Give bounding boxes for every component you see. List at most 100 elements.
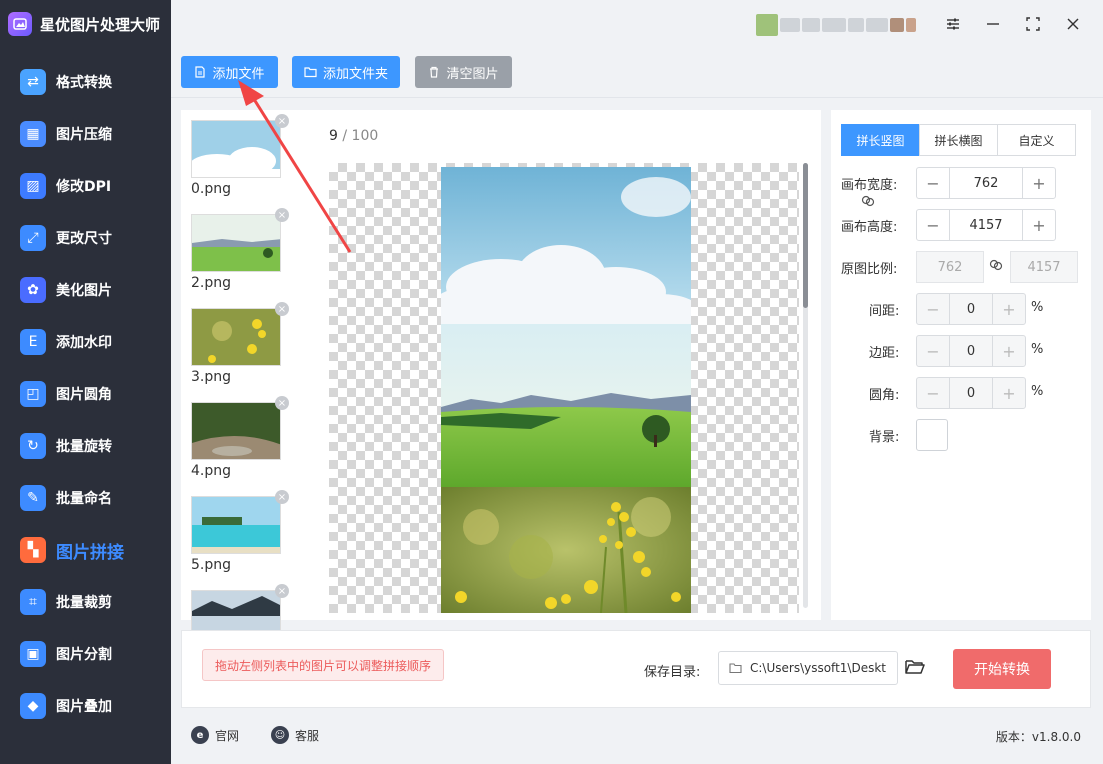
website-link[interactable]: e 官网 [191, 726, 239, 744]
spacing-percent: % [1031, 300, 1044, 315]
ratio-label: 原图比例: [841, 262, 898, 277]
user-avatar[interactable] [756, 14, 921, 36]
canvas-height-plus-button[interactable]: + [1023, 210, 1055, 240]
sidebar-item-4[interactable]: ✿ 美化图片 [0, 264, 171, 316]
margin-minus-button[interactable]: − [917, 336, 949, 366]
sidebar-item-label: 批量命名 [56, 491, 112, 507]
list-item[interactable]: × 0.png [191, 114, 289, 197]
list-item[interactable]: × 4.png [191, 396, 289, 479]
maximize-icon[interactable] [1021, 12, 1045, 36]
sidebar-item-12[interactable]: ◆ 图片叠加 [0, 680, 171, 732]
sidebar-item-9[interactable]: ▚ 图片拼接 [0, 524, 171, 576]
sidebar-item-label: 格式转换 [56, 75, 112, 91]
main-area: 添加文件 添加文件夹 清空图片 × 0.png × 2.png × 3.png × 4.png… [171, 0, 1103, 764]
save-dir-label: 保存目录: [644, 665, 701, 680]
canvas-width-minus-button[interactable]: − [917, 168, 949, 198]
sidebar-nav: ⇄ 格式转换 ▦ 图片压缩 ▨ 修改DPI ⤢ 更改尺寸 ✿ 美化图片 E 添加水印 ◰ 图片圆角 ↻ 批量旋… [0, 56, 171, 732]
ratio-width-field: 762 [916, 251, 984, 283]
sidebar-item-0[interactable]: ⇄ 格式转换 [0, 56, 171, 108]
sidebar-item-label: 图片拼接 [56, 542, 124, 563]
support-label: 客服 [295, 728, 320, 743]
sidebar-item-6[interactable]: ◰ 图片圆角 [0, 368, 171, 420]
sidebar-item-1[interactable]: ▦ 图片压缩 [0, 108, 171, 160]
clear-images-button[interactable]: 清空图片 [415, 56, 512, 88]
spacing-minus-button[interactable]: − [917, 294, 949, 324]
radius-value[interactable]: 0 [949, 378, 993, 408]
file-name: 5.png [191, 557, 232, 573]
sidebar-item-8[interactable]: ✎ 批量命名 [0, 472, 171, 524]
remove-icon[interactable]: × [275, 114, 289, 128]
stitch-mode-tabs: 拼长竖图 拼长横图 自定义 [841, 124, 1076, 156]
page-current: 9 [329, 128, 338, 144]
list-item[interactable]: × 5.png [191, 490, 289, 573]
sidebar-item-7[interactable]: ↻ 批量旋转 [0, 420, 171, 472]
stitch-icon: ▚ [20, 537, 46, 563]
add-folder-button[interactable]: 添加文件夹 [292, 56, 400, 88]
background-color-picker[interactable] [916, 419, 948, 451]
folder-small-icon [729, 663, 742, 674]
radius-percent: % [1031, 384, 1044, 399]
spacing-plus-button[interactable]: + [993, 294, 1025, 324]
remove-icon[interactable]: × [275, 490, 289, 504]
remove-icon[interactable]: × [275, 584, 289, 598]
tab-0[interactable]: 拼长竖图 [841, 124, 920, 156]
settings-sliders-icon[interactable] [941, 12, 965, 36]
margin-stepper[interactable]: − 0 + [916, 335, 1026, 367]
margin-plus-button[interactable]: + [993, 336, 1025, 366]
ratio-link-icon[interactable] [989, 258, 1003, 276]
spacing-stepper[interactable]: − 0 + [916, 293, 1026, 325]
remove-icon[interactable]: × [275, 396, 289, 410]
canvas-height-minus-button[interactable]: − [917, 210, 949, 240]
rename-icon: ✎ [20, 485, 46, 511]
clear-images-label: 清空图片 [446, 66, 499, 82]
rotate-icon: ↻ [20, 433, 46, 459]
sidebar-item-11[interactable]: ▣ 图片分割 [0, 628, 171, 680]
radius-plus-button[interactable]: + [993, 378, 1025, 408]
margin-row: 边距: [869, 342, 899, 361]
remove-icon[interactable]: × [275, 208, 289, 222]
sidebar-item-label: 图片压缩 [56, 127, 112, 143]
canvas-height-stepper[interactable]: − 4157 + [916, 209, 1056, 241]
remove-icon[interactable]: × [275, 302, 289, 316]
thumbnail-image [191, 120, 281, 178]
image-convert-icon: ⇄ [20, 69, 46, 95]
thumbnail-image [191, 496, 281, 554]
footer: e 官网 ☺ 客服 版本：v1.8.0.0 [181, 716, 1091, 756]
radius-stepper[interactable]: − 0 + [916, 377, 1026, 409]
sidebar-item-2[interactable]: ▨ 修改DPI [0, 160, 171, 212]
sidebar-item-3[interactable]: ⤢ 更改尺寸 [0, 212, 171, 264]
close-icon[interactable] [1061, 12, 1085, 36]
canvas-width-value[interactable]: 762 [949, 168, 1023, 198]
minimize-icon[interactable] [981, 12, 1005, 36]
dpi-icon: ▨ [20, 173, 46, 199]
sidebar-item-label: 添加水印 [56, 335, 112, 351]
bottom-bar: 拖动左侧列表中的图片可以调整拼接顺序 保存目录: C:\Users\yssoft… [181, 630, 1091, 708]
tab-1[interactable]: 拼长横图 [919, 124, 998, 156]
sidebar-item-5[interactable]: E 添加水印 [0, 316, 171, 368]
preview-canvas [329, 163, 799, 613]
list-item[interactable]: × 2.png [191, 208, 289, 291]
canvas-height-label: 画布高度: [841, 220, 898, 235]
start-convert-button[interactable]: 开始转换 [953, 649, 1051, 689]
preview-scrollbar[interactable] [803, 163, 808, 308]
list-item[interactable]: × 3.png [191, 302, 289, 385]
support-link[interactable]: ☺ 客服 [271, 726, 319, 744]
spacing-value[interactable]: 0 [949, 294, 993, 324]
canvas-width-stepper[interactable]: − 762 + [916, 167, 1056, 199]
rounded-corner-icon: ◰ [20, 381, 46, 407]
link-icon[interactable] [861, 194, 875, 212]
open-folder-icon[interactable] [904, 657, 928, 681]
sidebar-item-label: 批量裁剪 [56, 595, 112, 611]
margin-value[interactable]: 0 [949, 336, 993, 366]
sidebar-item-label: 更改尺寸 [56, 231, 112, 247]
file-name: 3.png [191, 369, 232, 385]
add-file-button[interactable]: 添加文件 [181, 56, 278, 88]
canvas-width-plus-button[interactable]: + [1023, 168, 1055, 198]
sidebar-item-10[interactable]: ⌗ 批量裁剪 [0, 576, 171, 628]
radius-minus-button[interactable]: − [917, 378, 949, 408]
save-dir-field[interactable]: C:\Users\yssoft1\Deskt [718, 651, 898, 685]
sidebar-item-label: 图片叠加 [56, 699, 112, 715]
tab-2[interactable]: 自定义 [997, 124, 1076, 156]
file-name: 0.png [191, 181, 232, 197]
canvas-height-value[interactable]: 4157 [949, 210, 1023, 240]
